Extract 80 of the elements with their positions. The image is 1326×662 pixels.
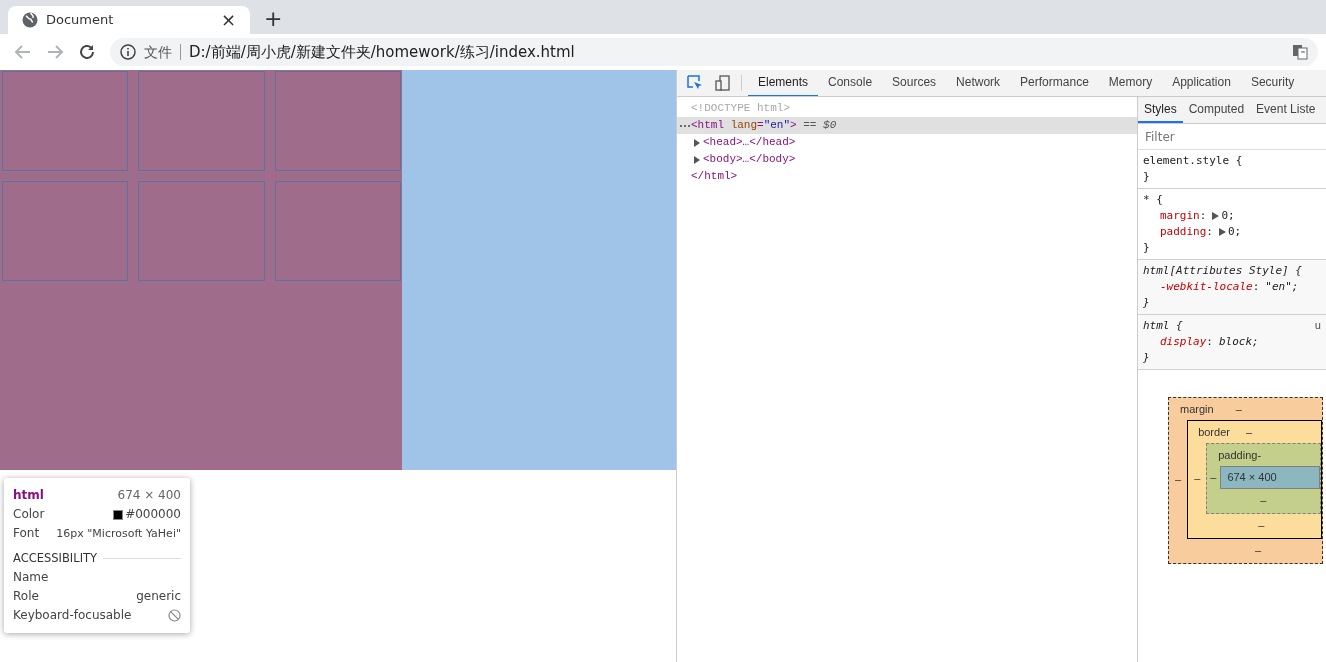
devtools-tab[interactable]: Application: [1162, 70, 1241, 96]
padding-bottom-value: –: [1260, 492, 1267, 508]
devtools-tab[interactable]: Performance: [1010, 70, 1099, 96]
padding-label: padding: [1218, 447, 1258, 463]
border-left-value: –: [1194, 471, 1201, 487]
dots-icon: [679, 123, 691, 128]
border-bottom-value: –: [1258, 517, 1265, 533]
devtools-tab[interactable]: Console: [818, 70, 883, 96]
device-toolbar-icon[interactable]: [715, 75, 731, 91]
selector-text: html {: [1143, 318, 1183, 334]
reload-icon[interactable]: [78, 43, 96, 61]
dom-node[interactable]: <head>…</head>: [703, 134, 796, 151]
colon-text: :: [1252, 279, 1260, 295]
expand-triangle-icon[interactable]: [693, 155, 701, 164]
colon-text: :: [1206, 224, 1213, 240]
new-tab-button[interactable]: +: [264, 8, 283, 30]
closing-brace: }: [1143, 351, 1150, 364]
closing-brace: }: [1143, 170, 1150, 183]
doctype-text: <!DOCTYPE html>: [691, 101, 791, 117]
url-text: D:/前端/周小虎/新建文件夹/homework/练习/index.html: [189, 41, 576, 63]
devtools-tab[interactable]: Network: [946, 70, 1011, 96]
closing-brace: }: [1143, 241, 1150, 254]
property-name[interactable]: display: [1160, 334, 1207, 350]
source-link[interactable]: u: [1314, 318, 1321, 334]
colon-text: :: [1199, 208, 1207, 224]
selector-text: * {: [1143, 192, 1163, 208]
not-allowed-icon: [168, 609, 181, 622]
info-icon[interactable]: [120, 44, 136, 60]
focusable-label: Keyboard-focusable: [13, 607, 132, 624]
devtools-tab[interactable]: Security: [1240, 70, 1305, 96]
border-label: border: [1198, 424, 1230, 440]
role-label: Role: [13, 588, 39, 605]
selector-text: element.style {: [1143, 153, 1243, 169]
content-box: 674 × 400: [1220, 466, 1320, 489]
property-value[interactable]: 0;: [1228, 224, 1242, 240]
devtools-tab[interactable]: Elements: [748, 70, 819, 96]
font-label: Font: [13, 525, 40, 542]
browser-tab[interactable]: Document ×: [8, 6, 250, 34]
styles-tab[interactable]: Computed: [1182, 97, 1251, 123]
color-swatch: [113, 509, 124, 520]
colon-text: :: [1206, 334, 1213, 350]
styles-tab[interactable]: Styles: [1138, 97, 1183, 123]
role-value: generic: [136, 588, 181, 605]
property-name[interactable]: padding: [1160, 224, 1207, 240]
element-size: 674 × 400: [117, 487, 181, 504]
font-value: 16px "Microsoft YaHei": [56, 526, 181, 542]
border-top-value: –: [1245, 424, 1253, 440]
color-value: #000000: [125, 506, 181, 523]
expand-triangle-icon[interactable]: [693, 138, 701, 147]
filter-field[interactable]: Filter: [1141, 126, 1323, 147]
section-heading: ACCESSIBILITY: [13, 550, 98, 567]
padding-left-value: –: [1210, 470, 1217, 486]
margin-label: margin: [1180, 401, 1214, 417]
address-bar[interactable]: 文件 D:/前端/周小虎/新建文件夹/homework/练习/index.html: [110, 38, 1318, 66]
dom-node-row[interactable]: <html lang="en"> == $0: [677, 117, 1137, 134]
close-tab-button[interactable]: ×: [220, 11, 236, 29]
tab-title: Document: [46, 11, 115, 30]
property-value[interactable]: 0;: [1221, 208, 1235, 224]
margin-top-value: –: [1235, 401, 1242, 417]
margin-left-value: –: [1175, 472, 1182, 488]
devtools-tab[interactable]: Memory: [1098, 70, 1163, 96]
closing-tag: </html>: [691, 168, 738, 185]
name-label: Name: [13, 569, 49, 586]
color-label: Color: [13, 506, 45, 523]
closing-brace: }: [1143, 296, 1150, 309]
property-value[interactable]: "en";: [1265, 279, 1299, 295]
selector-text: html[Attributes Style] {: [1143, 263, 1302, 279]
devtools-tab[interactable]: Sources: [882, 70, 947, 96]
padding-top-value: -: [1257, 447, 1262, 463]
globe-icon: [22, 12, 38, 28]
margin-bottom-value: –: [1255, 542, 1262, 558]
property-value[interactable]: block;: [1219, 334, 1259, 350]
inspect-icon[interactable]: [687, 75, 703, 91]
security-label: 文件: [144, 42, 172, 62]
property-name[interactable]: margin: [1160, 208, 1200, 224]
property-name[interactable]: -webkit-locale: [1160, 279, 1253, 295]
translate-icon[interactable]: [1292, 44, 1308, 60]
tag-name: html: [13, 487, 44, 504]
dom-node[interactable]: <body>…</body>: [703, 151, 796, 168]
styles-tab[interactable]: Event Liste: [1250, 97, 1322, 123]
